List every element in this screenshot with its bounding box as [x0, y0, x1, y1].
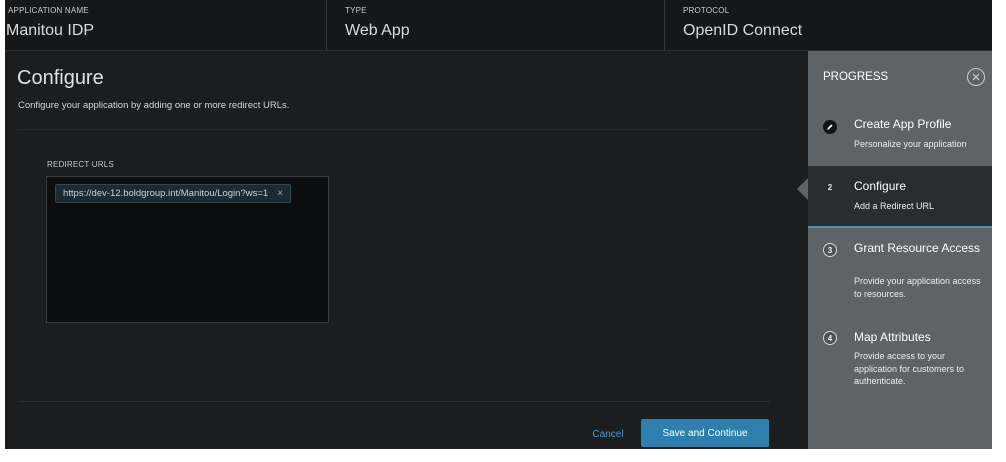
close-icon: [972, 73, 980, 81]
type-label: TYPE: [345, 6, 367, 15]
step-number-badge: 3: [823, 243, 837, 257]
step-title: Configure: [854, 179, 907, 193]
progress-title: PROGRESS: [823, 71, 889, 83]
save-and-continue-button[interactable]: Save and Continue: [641, 419, 769, 447]
step-title: Grant Resource Access: [854, 241, 981, 255]
header-protocol: PROTOCOL OpenID Connect: [664, 0, 992, 50]
header-application-name: APPLICATION NAME Manitou IDP: [5, 0, 325, 50]
remove-url-icon[interactable]: ×: [277, 188, 283, 199]
application-name-value: Manitou IDP: [6, 22, 95, 39]
step-title: Map Attributes: [854, 330, 931, 344]
redirect-url-text: https://dev-12.boldgroup.int/Manitou/Log…: [63, 188, 269, 199]
progress-panel: PROGRESS Create App Profile Personalize …: [808, 51, 992, 449]
divider: [18, 401, 770, 402]
protocol-value: OpenID Connect: [683, 22, 803, 39]
protocol-label: PROTOCOL: [683, 6, 730, 15]
step-number-badge: 4: [823, 331, 837, 345]
pencil-icon: [827, 124, 833, 130]
active-step-pointer: [797, 178, 808, 200]
type-value: Web App: [345, 22, 410, 39]
close-progress-button[interactable]: [967, 68, 985, 86]
application-name-label: APPLICATION NAME: [8, 6, 89, 15]
progress-step-configure[interactable]: 2 Configure Add a Redirect URL: [808, 166, 992, 228]
progress-step-grant-resource-access[interactable]: 3 Grant Resource Access Provide your app…: [808, 228, 992, 316]
step-description: Provide access to your application for c…: [854, 351, 965, 386]
page-title: Configure: [17, 67, 104, 89]
step-number-badge: 2: [827, 182, 833, 192]
header-type: TYPE Web App: [326, 0, 664, 50]
app-summary-header: APPLICATION NAME Manitou IDP TYPE Web Ap…: [5, 0, 992, 51]
redirect-urls-input[interactable]: https://dev-12.boldgroup.int/Manitou/Log…: [46, 176, 329, 323]
cancel-button[interactable]: Cancel: [585, 423, 631, 445]
page-description: Configure your application by adding one…: [18, 100, 290, 111]
divider: [18, 129, 770, 130]
step-description: Provide your application access to resou…: [854, 276, 981, 299]
configure-form: Configure Configure your application by …: [5, 51, 808, 449]
step-description: Personalize your application: [854, 139, 967, 149]
step-title: Create App Profile: [854, 117, 952, 131]
progress-step-map-attributes[interactable]: 4 Map Attributes Provide access to your …: [808, 316, 992, 396]
progress-step-create-app-profile[interactable]: Create App Profile Personalize your appl…: [808, 106, 992, 166]
redirect-urls-label: REDIRECT URLS: [47, 160, 114, 169]
app-window: APPLICATION NAME Manitou IDP TYPE Web Ap…: [5, 0, 992, 449]
step-complete-badge: [823, 120, 837, 134]
redirect-url-tag: https://dev-12.boldgroup.int/Manitou/Log…: [55, 184, 292, 203]
step-description: Add a Redirect URL: [854, 201, 935, 211]
